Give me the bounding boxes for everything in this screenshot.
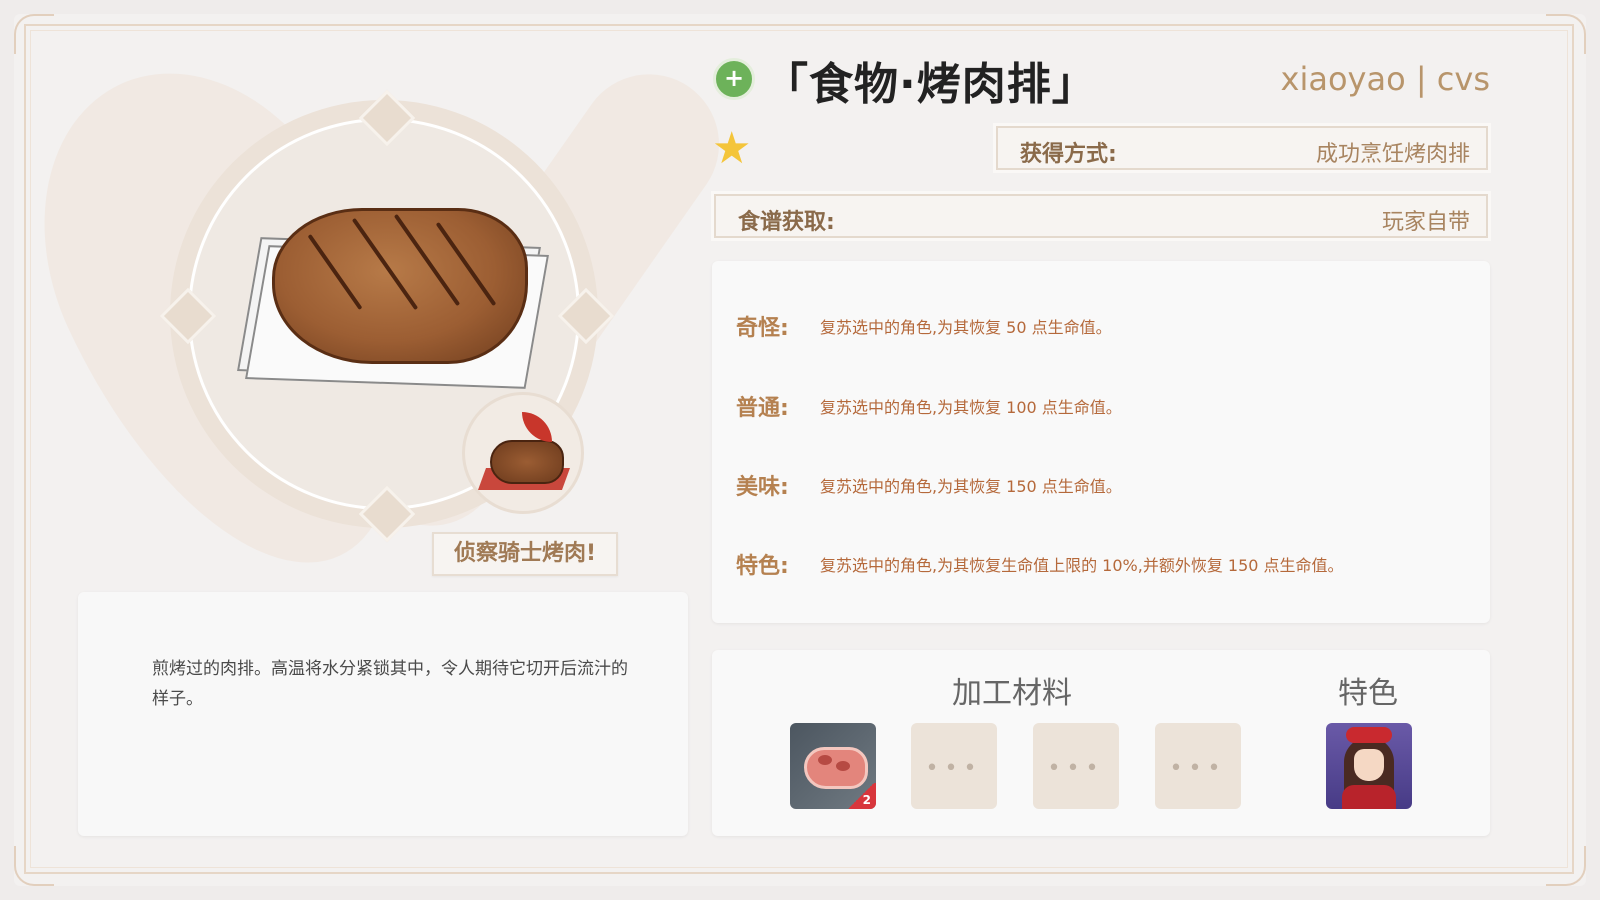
count-tag	[846, 783, 876, 809]
effect-label: 美味:	[736, 475, 789, 500]
description-text: 煎烤过的肉排。高温将水分紧锁其中，令人期待它切开后流汁的样子。	[152, 659, 628, 709]
corner-ornament	[14, 846, 54, 886]
material-slot-empty[interactable]: •••	[1033, 723, 1119, 809]
special-title: 特色	[1338, 676, 1398, 711]
material-slot-empty[interactable]: •••	[1155, 723, 1241, 809]
meat-marbling	[836, 761, 850, 771]
recipe-source-box: 食谱获取: 玩家自带	[714, 194, 1488, 238]
corner-ornament	[14, 14, 54, 54]
obtain-method-box: 获得方式: 成功烹饪烤肉排	[996, 126, 1488, 170]
meat-marbling	[818, 755, 832, 765]
material-slot-raw-meat[interactable]: 2	[790, 723, 876, 809]
empty-slot-dots: •••	[1047, 756, 1105, 781]
materials-title: 加工材料	[952, 676, 1072, 711]
special-dish-image	[490, 440, 564, 484]
avatar-body	[1342, 785, 1396, 809]
effect-label: 特色:	[736, 554, 789, 579]
recipe-label: 食谱获取:	[738, 210, 835, 235]
empty-slot-dots: •••	[1169, 756, 1227, 781]
rarity-star-icon: ★	[712, 123, 752, 174]
effect-text: 复苏选中的角色,为其恢复 150 点生命值。	[820, 477, 1122, 496]
obtain-label: 获得方式:	[1020, 142, 1117, 167]
avatar-face	[1354, 749, 1384, 781]
obtain-value: 成功烹饪烤肉排	[1315, 142, 1470, 167]
recipe-value: 玩家自带	[1381, 210, 1470, 235]
author-credit: xiaoyao | cvs	[1280, 60, 1490, 98]
special-dish-name: 侦察骑士烤肉!	[432, 532, 618, 576]
avatar-bow	[1346, 727, 1392, 743]
page-title: 「食物·烤肉排」	[764, 59, 1097, 110]
corner-ornament	[1546, 846, 1586, 886]
effect-text: 复苏选中的角色,为其恢复 100 点生命值。	[820, 398, 1122, 417]
effect-label: 普通:	[736, 396, 789, 421]
effect-text: 复苏选中的角色,为其恢复生命值上限的 10%,并额外恢复 150 点生命值。	[820, 556, 1344, 575]
effect-label: 奇怪:	[736, 316, 789, 341]
healing-food-icon: +	[713, 58, 755, 100]
description-panel	[78, 592, 688, 836]
material-count: 2	[862, 793, 871, 807]
corner-ornament	[1546, 14, 1586, 54]
character-avatar[interactable]	[1326, 723, 1412, 809]
material-slot-empty[interactable]: •••	[911, 723, 997, 809]
empty-slot-dots: •••	[925, 756, 983, 781]
effect-text: 复苏选中的角色,为其恢复 50 点生命值。	[820, 318, 1112, 337]
